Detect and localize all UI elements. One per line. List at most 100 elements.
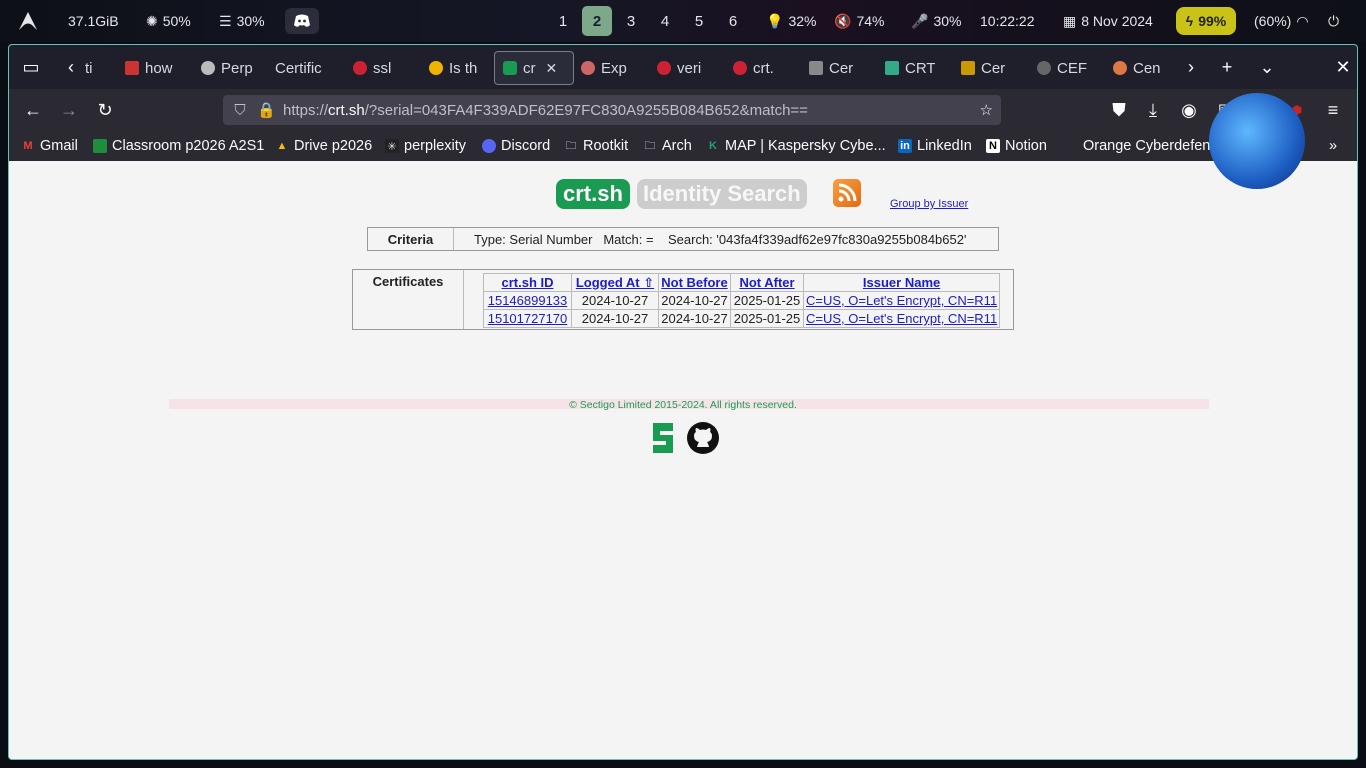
tab-favicon-icon: [125, 61, 139, 75]
tab-favicon-icon: [201, 61, 215, 75]
tab[interactable]: Perp: [201, 51, 253, 85]
bookmark-kaspersky[interactable]: K MAP | Kaspersky Cybe...: [706, 131, 886, 161]
workspace-5[interactable]: 5: [684, 6, 714, 36]
linkedin-icon: in: [898, 139, 912, 153]
lock-icon[interactable]: 🔒: [257, 101, 276, 119]
workspace-4[interactable]: 4: [650, 6, 680, 36]
clock: 10:22:22: [980, 13, 1035, 29]
scroll-tabs-left-icon[interactable]: ‹: [59, 55, 83, 79]
tab[interactable]: CEF: [1037, 51, 1087, 85]
cert-id-link[interactable]: 15101727170: [483, 309, 572, 328]
bookmark-folder-rootkit[interactable]: 🗀 Rootkit: [564, 131, 629, 161]
col-logged-at[interactable]: Logged At ⇧: [571, 273, 659, 292]
tab[interactable]: ti: [85, 51, 101, 85]
tab[interactable]: Is th: [429, 51, 485, 85]
tab[interactable]: Cer: [809, 51, 859, 85]
issuer-link[interactable]: C=US, O=Let's Encrypt, CN=R11: [802, 291, 1001, 310]
firefox-logo-icon: [1209, 93, 1305, 189]
tab[interactable]: veri: [657, 51, 705, 85]
rss-feed-icon[interactable]: [833, 179, 861, 207]
folder-icon: 🗀: [644, 139, 656, 152]
issuer-link[interactable]: C=US, O=Let's Encrypt, CN=R11: [802, 309, 1001, 328]
bookmark-star-icon[interactable]: ☆: [980, 101, 993, 119]
wifi-indicator[interactable]: (60%) ◠: [1254, 0, 1309, 42]
workspace-3[interactable]: 3: [616, 6, 646, 36]
power-icon[interactable]: ⏻: [1328, 0, 1339, 42]
tab[interactable]: crt.: [733, 51, 781, 85]
github-icon[interactable]: [686, 421, 720, 455]
tracking-shield-icon[interactable]: ⛉: [231, 102, 249, 119]
criteria-table: Criteria Type: Serial Number Match: = Se…: [367, 227, 999, 251]
navigation-toolbar: ← → ↻ ⛉ 🔒 https://crt.sh/?serial=043FA4F…: [9, 89, 1357, 131]
col-not-before[interactable]: Not Before: [658, 273, 731, 292]
downloads-icon[interactable]: ⤓: [1141, 98, 1165, 122]
tab[interactable]: Cer: [961, 51, 1011, 85]
table-row: 15146899133 2024-10-27 2024-10-27 2025-0…: [483, 291, 1001, 310]
tab-strip: ▭ ‹ ti how Perp Certific ssl Is th cr ✕ …: [9, 45, 1357, 89]
certificates-label: Certificates: [353, 270, 464, 329]
col-not-after[interactable]: Not After: [730, 273, 804, 292]
close-window-icon[interactable]: ✕: [1331, 55, 1355, 79]
firefox-window: ▭ ‹ ti how Perp Certific ssl Is th cr ✕ …: [8, 44, 1358, 760]
battery-charging-icon: ϟ: [1185, 13, 1194, 29]
bookmark-discord[interactable]: Discord: [482, 131, 550, 161]
logged-at-cell: 2024-10-27: [571, 291, 659, 310]
workspace-1[interactable]: 1: [548, 6, 578, 36]
arch-menu-icon[interactable]: [14, 0, 42, 42]
memory-indicator: 37.1GiB: [68, 13, 119, 29]
back-icon[interactable]: ←: [21, 98, 45, 122]
col-crtsh-id[interactable]: crt.sh ID: [483, 273, 572, 292]
discord-tray-icon[interactable]: [285, 8, 319, 34]
forward-icon[interactable]: →: [57, 98, 81, 122]
bookmark-gmail[interactable]: M Gmail: [21, 131, 77, 161]
tab-favicon-icon: [961, 61, 975, 75]
mic-indicator[interactable]: 🎤 30%: [911, 0, 961, 42]
tab-overview-icon[interactable]: ▭: [19, 55, 43, 79]
new-tab-icon[interactable]: +: [1215, 55, 1239, 79]
tab-favicon-icon: [809, 61, 823, 75]
tab[interactable]: how: [125, 51, 179, 85]
workspace-6[interactable]: 6: [718, 6, 748, 36]
app-menu-icon[interactable]: ≡: [1321, 98, 1345, 122]
cert-id-link[interactable]: 15146899133: [483, 291, 572, 310]
reload-icon[interactable]: ↻: [93, 98, 117, 122]
tab[interactable]: Certific: [275, 51, 331, 85]
account-icon[interactable]: ◉: [1177, 98, 1201, 122]
bookmark-notion[interactable]: N Notion: [986, 131, 1047, 161]
tab-active[interactable]: cr ✕: [494, 51, 574, 85]
more-bookmarks-icon[interactable]: »: [1329, 131, 1337, 161]
list-all-tabs-icon[interactable]: ⌄: [1255, 55, 1279, 79]
tab[interactable]: ssl: [353, 51, 401, 85]
crtsh-logo[interactable]: crt.sh: [556, 179, 630, 209]
logged-at-cell: 2024-10-27: [571, 309, 659, 328]
bookmark-classroom[interactable]: Classroom p2026 A2S1: [93, 131, 264, 161]
url-bar[interactable]: ⛉ 🔒 https://crt.sh/?serial=043FA4F339ADF…: [223, 95, 1001, 125]
not-after-cell: 2025-01-25: [730, 309, 804, 328]
close-tab-icon[interactable]: ✕: [546, 60, 558, 77]
tab[interactable]: Cen: [1113, 51, 1163, 85]
copyright-footer: © Sectigo Limited 2015-2024. All rights …: [569, 399, 797, 411]
date-indicator[interactable]: ▦ 8 Nov 2024: [1063, 0, 1153, 42]
tab-favicon-icon: [733, 61, 747, 75]
url-text[interactable]: https://crt.sh/?serial=043FA4F339ADF62E9…: [283, 102, 808, 119]
certificates-results-table: crt.sh ID Logged At ⇧ Not Before Not Aft…: [483, 273, 1001, 328]
brightness-indicator[interactable]: 💡 32%: [766, 0, 816, 42]
bookmark-linkedin[interactable]: in LinkedIn: [898, 131, 972, 161]
tab-favicon-icon: [885, 61, 899, 75]
tab-favicon-icon: [429, 61, 443, 75]
sectigo-icon[interactable]: [650, 421, 676, 455]
group-by-issuer-link[interactable]: Group by Issuer: [890, 198, 968, 210]
scroll-tabs-right-icon[interactable]: ›: [1179, 55, 1203, 79]
volume-indicator[interactable]: 🔇 74%: [834, 0, 884, 42]
bookmark-perplexity[interactable]: ✳ perplexity: [385, 131, 466, 161]
tab[interactable]: CRT: [885, 51, 935, 85]
bookmarks-toolbar: M Gmail Classroom p2026 A2S1 ▲ Drive p2026…: [9, 131, 1357, 161]
tab[interactable]: Exp: [581, 51, 635, 85]
tab-favicon-icon: [353, 61, 367, 75]
pocket-icon[interactable]: ⛊: [1107, 98, 1131, 122]
workspace-2[interactable]: 2: [582, 6, 612, 36]
bookmark-drive[interactable]: ▲ Drive p2026: [275, 131, 373, 161]
cpu-indicator: ✺ 50%: [146, 12, 191, 30]
bookmark-folder-arch[interactable]: 🗀 Arch: [643, 131, 692, 161]
col-issuer-name[interactable]: Issuer Name: [802, 273, 1001, 292]
